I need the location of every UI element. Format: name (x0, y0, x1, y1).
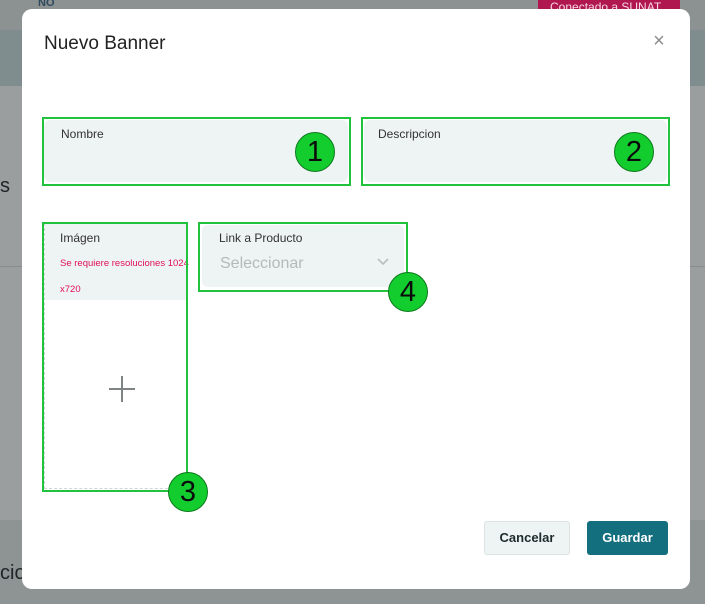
background-header-fragment: NO (38, 0, 55, 9)
highlight-box-3 (42, 222, 188, 492)
background-text-fragment: s (0, 175, 10, 197)
save-button[interactable]: Guardar (587, 521, 668, 555)
modal-title: Nuevo Banner (44, 33, 166, 54)
highlight-box-4 (198, 222, 408, 292)
annotation-badge-2: 2 (614, 132, 654, 172)
annotation-badge-4: 4 (388, 272, 428, 312)
nuevo-banner-modal: Nuevo Banner × Nombre Descripcion Imágen… (22, 9, 690, 589)
close-icon[interactable]: × (650, 31, 668, 51)
annotation-badge-3: 3 (168, 472, 208, 512)
annotation-badge-1: 1 (295, 132, 335, 172)
cancel-button[interactable]: Cancelar (484, 521, 570, 555)
